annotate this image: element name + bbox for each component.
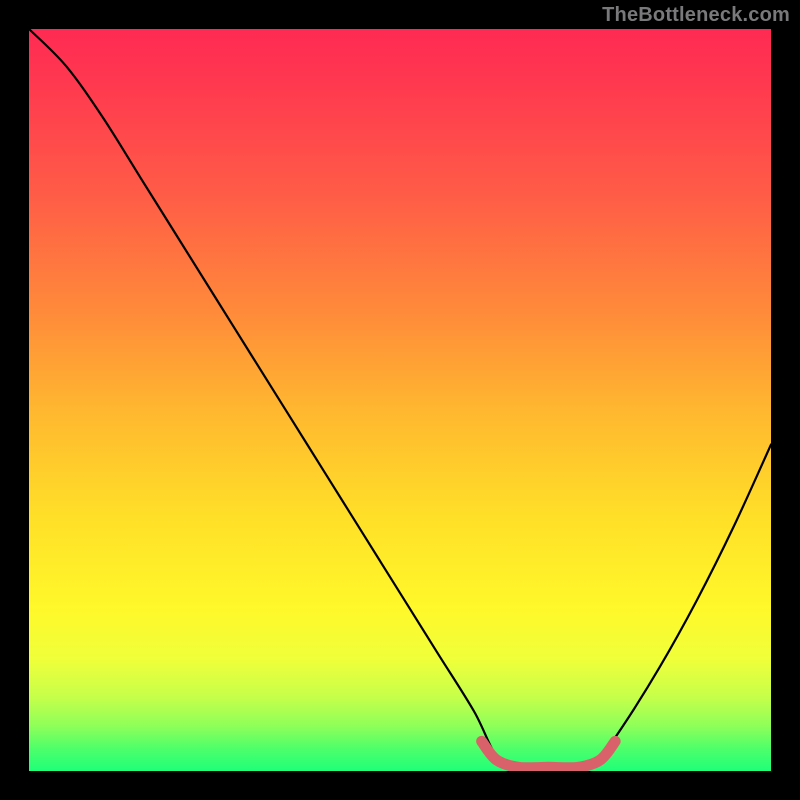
chart-frame: TheBottleneck.com [0,0,800,800]
chart-svg [29,29,771,771]
bottleneck-curve [29,29,771,771]
optimal-range-highlight [482,741,616,768]
watermark-text: TheBottleneck.com [602,4,790,27]
